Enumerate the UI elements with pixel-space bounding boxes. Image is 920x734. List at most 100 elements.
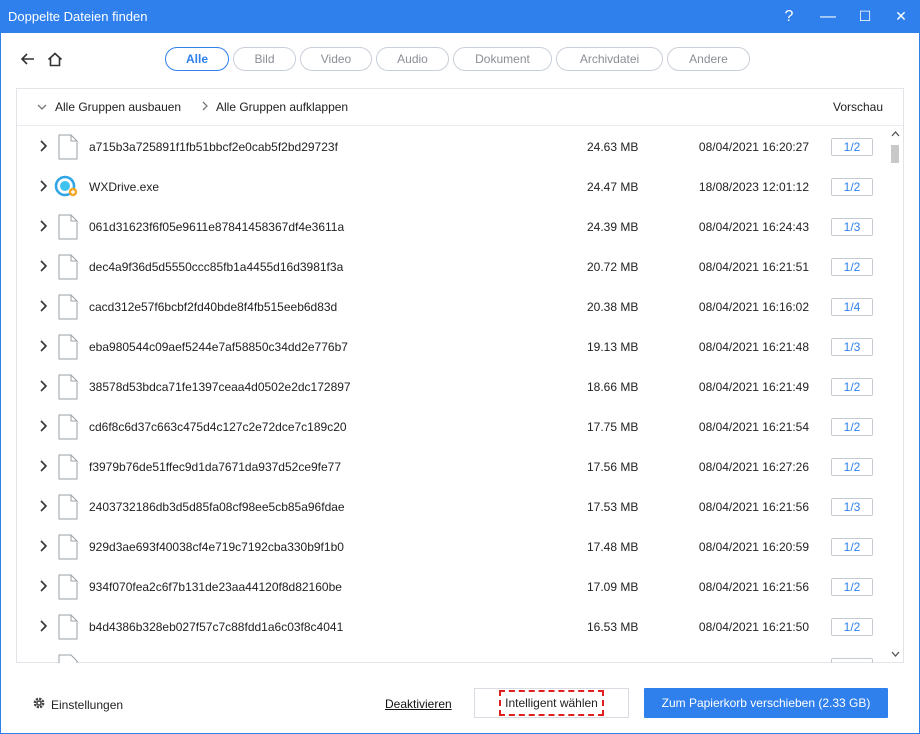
- file-name: 38578d53bdca71fe1397ceaa4d0502e2dc172897: [89, 380, 351, 394]
- chevron-right-icon: [202, 101, 208, 114]
- chevron-right-icon[interactable]: [37, 458, 49, 474]
- smart-select-button[interactable]: Intelligent wählen: [474, 688, 629, 718]
- table-row[interactable]: 929d3ae693f40038cf4e719c7192cba330b9f1b0…: [17, 527, 887, 567]
- minimize-icon[interactable]: —: [811, 0, 845, 33]
- chevron-right-icon[interactable]: [37, 538, 49, 554]
- document-icon: [58, 454, 78, 480]
- file-date: 08/04/2021 16:27:26: [698, 460, 809, 474]
- preview-badge[interactable]: [831, 658, 873, 663]
- file-size: 20.38 MB: [587, 300, 639, 314]
- settings-label: Einstellungen: [51, 697, 124, 712]
- settings-button[interactable]: Einstellungen: [32, 696, 123, 713]
- preview-badge[interactable]: 1/3: [831, 498, 873, 516]
- file-size: 24.39 MB: [587, 220, 639, 234]
- preview-badge[interactable]: 1/2: [831, 538, 873, 556]
- file-date: 08/04/2021 16:20:27: [698, 140, 809, 154]
- deactivate-button[interactable]: Deaktivieren: [385, 697, 452, 711]
- preview-badge[interactable]: 1/2: [831, 418, 873, 436]
- tab-video[interactable]: Video: [300, 47, 372, 71]
- file-date: 08/04/2021 16:21:56: [698, 580, 809, 594]
- chevron-right-icon[interactable]: [37, 138, 49, 154]
- file-size: 18.66 MB: [587, 380, 639, 394]
- file-date: 08/04/2021 16:16:02: [698, 300, 809, 314]
- chevron-right-icon[interactable]: [37, 178, 49, 194]
- table-row[interactable]: 2403732186db3d5d85fa08cf98ee5cb85a96fdae…: [17, 487, 887, 527]
- document-icon: [58, 134, 78, 160]
- scroll-thumb[interactable]: [891, 145, 899, 163]
- file-date: 18/08/2023 12:01:12: [698, 180, 809, 194]
- tab-andere[interactable]: Andere: [667, 47, 750, 71]
- file-size: 20.72 MB: [587, 260, 639, 274]
- file-size: 16.53 MB: [587, 620, 639, 634]
- chevron-right-icon[interactable]: [37, 578, 49, 594]
- table-row[interactable]: eba980544c09aef5244e7af58850c34dd2e776b7…: [17, 327, 887, 367]
- file-size: 17.56 MB: [587, 460, 639, 474]
- home-icon[interactable]: [45, 49, 65, 69]
- scroll-up-icon[interactable]: [887, 127, 903, 141]
- chevron-right-icon[interactable]: [37, 258, 49, 274]
- tab-audio[interactable]: Audio: [376, 47, 449, 71]
- wxdrive-app-icon: [54, 174, 78, 200]
- move-to-trash-button[interactable]: Zum Papierkorb verschieben (2.33 GB): [644, 688, 888, 718]
- table-row[interactable]: f3979b76de51ffec9d1da7671da937d52ce9fe77…: [17, 447, 887, 487]
- table-row[interactable]: b4d4386b328eb027f57c7c88fdd1a6c03f8c4041…: [17, 607, 887, 647]
- expand-all-label: Alle Gruppen aufklappen: [216, 100, 349, 114]
- table-row-partial[interactable]: [17, 647, 887, 663]
- table-row[interactable]: 061d31623f6f05e9611e87841458367df4e3611a…: [17, 207, 887, 247]
- maximize-icon[interactable]: ☐: [848, 0, 882, 33]
- collapse-all-button[interactable]: Alle Gruppen ausbauen: [37, 100, 181, 114]
- preview-badge[interactable]: 1/4: [831, 298, 873, 316]
- chevron-right-icon[interactable]: [37, 418, 49, 434]
- file-name: 934f070fea2c6f7b131de23aa44120f8d82160be: [89, 580, 342, 594]
- file-name: cacd312e57f6bcbf2fd40bde8f4fb515eeb6d83d: [89, 300, 338, 314]
- chevron-down-icon: [37, 102, 47, 113]
- tab-alle[interactable]: Alle: [165, 47, 229, 71]
- document-icon: [58, 494, 78, 520]
- table-row[interactable]: a715b3a725891f1fb51bbcf2e0cab5f2bd29723f…: [17, 127, 887, 167]
- chevron-right-icon[interactable]: [37, 498, 49, 514]
- preview-badge[interactable]: 1/2: [831, 378, 873, 396]
- tab-bild[interactable]: Bild: [233, 47, 296, 71]
- table-row[interactable]: WXDrive.exe 24.47 MB 18/08/2023 12:01:12 1/…: [17, 167, 887, 207]
- tab-archivdatei[interactable]: Archivdatei: [556, 47, 663, 71]
- list-header: Alle Gruppen ausbauen Alle Gruppen aufkl…: [17, 89, 903, 126]
- table-row[interactable]: cacd312e57f6bcbf2fd40bde8f4fb515eeb6d83d…: [17, 287, 887, 327]
- preview-badge[interactable]: 1/3: [831, 338, 873, 356]
- scroll-down-icon[interactable]: [887, 647, 903, 661]
- chevron-right-icon[interactable]: [37, 618, 49, 634]
- document-icon: [58, 334, 78, 360]
- expand-all-button[interactable]: Alle Gruppen aufklappen: [202, 100, 348, 114]
- preview-badge[interactable]: 1/2: [831, 458, 873, 476]
- file-date: 08/04/2021 16:21:56: [698, 500, 809, 514]
- file-size: 24.47 MB: [587, 180, 639, 194]
- table-row[interactable]: cd6f8c6d37c663c475d4c127c2e72dce7c189c20…: [17, 407, 887, 447]
- preview-badge[interactable]: 1/3: [831, 218, 873, 236]
- file-size: 17.48 MB: [587, 540, 639, 554]
- preview-badge[interactable]: 1/2: [831, 258, 873, 276]
- preview-badge[interactable]: 1/2: [831, 178, 873, 196]
- file-size: 17.09 MB: [587, 580, 639, 594]
- preview-badge[interactable]: 1/2: [831, 618, 873, 636]
- back-arrow-icon[interactable]: [18, 49, 38, 69]
- chevron-right-icon[interactable]: [37, 378, 49, 394]
- file-size: 24.63 MB: [587, 140, 639, 154]
- collapse-all-label: Alle Gruppen ausbauen: [55, 100, 182, 114]
- vertical-scrollbar[interactable]: [887, 127, 903, 663]
- chevron-right-icon[interactable]: [37, 338, 49, 354]
- document-icon: [58, 214, 78, 240]
- tab-dokument[interactable]: Dokument: [453, 47, 552, 71]
- file-size: 19.13 MB: [587, 340, 639, 354]
- chevron-right-icon[interactable]: [37, 298, 49, 314]
- preview-badge[interactable]: 1/2: [831, 138, 873, 156]
- preview-header: Vorschau: [833, 100, 884, 114]
- file-date: 08/04/2021 16:21:49: [698, 380, 809, 394]
- table-row[interactable]: dec4a9f36d5d5550ccc85fb1a4455d16d3981f3a…: [17, 247, 887, 287]
- chevron-right-icon[interactable]: [37, 218, 49, 234]
- file-size: 17.53 MB: [587, 500, 639, 514]
- file-name: a715b3a725891f1fb51bbcf2e0cab5f2bd29723f: [89, 140, 338, 154]
- close-icon[interactable]: ✕: [884, 0, 918, 33]
- table-row[interactable]: 934f070fea2c6f7b131de23aa44120f8d82160be…: [17, 567, 887, 607]
- preview-badge[interactable]: 1/2: [831, 578, 873, 596]
- table-row[interactable]: 38578d53bdca71fe1397ceaa4d0502e2dc172897…: [17, 367, 887, 407]
- help-icon[interactable]: ?: [772, 0, 806, 33]
